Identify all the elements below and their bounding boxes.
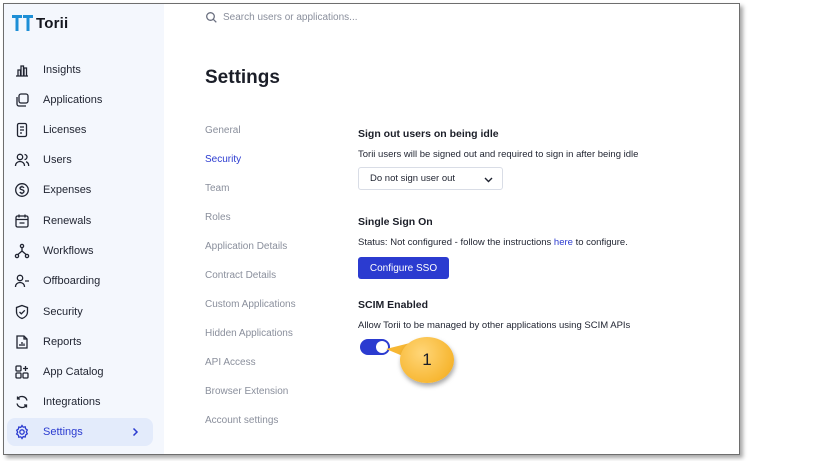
callout-number: 1: [422, 350, 432, 369]
sidebar-item-label: Expenses: [43, 184, 92, 196]
sso-instructions-link[interactable]: here: [554, 237, 573, 248]
app-window: Torii Insights Applications Licenses Use…: [3, 3, 740, 455]
catalog-icon: [14, 364, 30, 380]
subnav-item-hidden-applications[interactable]: Hidden Applications: [205, 328, 293, 339]
report-icon: [14, 334, 30, 350]
configure-sso-button[interactable]: Configure SSO: [358, 257, 449, 279]
sidebar-item-integrations[interactable]: Integrations: [4, 388, 164, 416]
sidebar-item-label: App Catalog: [43, 366, 104, 378]
torii-logo-icon: [12, 15, 33, 31]
subnav-item-team[interactable]: Team: [205, 183, 229, 194]
sidebar-item-label: Workflows: [43, 245, 94, 257]
gear-icon: [14, 424, 30, 440]
sso-status-suffix: to configure.: [575, 237, 628, 248]
shield-icon: [14, 304, 30, 320]
brand[interactable]: Torii: [12, 14, 68, 32]
page-title: Settings: [205, 67, 280, 88]
sidebar-item-security[interactable]: Security: [4, 298, 164, 326]
idle-section-description: Torii users will be signed out and requi…: [358, 149, 639, 160]
sidebar-item-applications[interactable]: Applications: [4, 86, 164, 114]
integrations-icon: [14, 394, 30, 410]
subnav-item-roles[interactable]: Roles: [205, 212, 231, 223]
sidebar-item-insights[interactable]: Insights: [4, 56, 164, 84]
search-bar: [205, 11, 423, 24]
subnav-item-custom-applications[interactable]: Custom Applications: [205, 299, 296, 310]
idle-section-title: Sign out users on being idle: [358, 128, 499, 140]
sidebar-item-offboarding[interactable]: Offboarding: [4, 267, 164, 295]
sidebar-item-expenses[interactable]: Expenses: [4, 176, 164, 204]
scim-section-description: Allow Torii to be managed by other appli…: [358, 320, 631, 331]
subnav-item-account-settings[interactable]: Account settings: [205, 415, 278, 426]
chart-bar-icon: [14, 62, 30, 78]
search-icon: [206, 12, 217, 23]
sidebar-item-label: Reports: [43, 336, 82, 348]
search-input[interactable]: [223, 12, 423, 23]
idle-timeout-select[interactable]: Do not sign user out: [358, 167, 503, 190]
scim-section-title: SCIM Enabled: [358, 299, 429, 311]
sidebar-item-label: Security: [43, 306, 83, 318]
sidebar-item-renewals[interactable]: Renewals: [4, 207, 164, 235]
brand-name: Torii: [36, 14, 69, 32]
sso-status-text: Status: Not configured - follow the inst…: [358, 237, 628, 248]
subnav-item-browser-extension[interactable]: Browser Extension: [205, 386, 288, 397]
subnav-item-contract-details[interactable]: Contract Details: [205, 270, 276, 281]
idle-timeout-value: Do not sign user out: [370, 173, 456, 184]
dollar-icon: [14, 182, 30, 198]
license-icon: [14, 122, 30, 138]
sidebar-item-settings[interactable]: Settings: [7, 418, 153, 446]
applications-icon: [14, 92, 30, 108]
sidebar-item-workflows[interactable]: Workflows: [4, 237, 164, 265]
sidebar-item-label: Offboarding: [43, 275, 101, 287]
workflow-icon: [14, 243, 30, 259]
sidebar: Torii Insights Applications Licenses Use…: [4, 4, 164, 454]
chevron-right-icon: [132, 427, 139, 437]
sidebar-item-label: Licenses: [43, 124, 87, 136]
sidebar-item-label: Renewals: [43, 215, 92, 227]
sidebar-item-label: Applications: [43, 94, 103, 106]
sidebar-item-label: Settings: [43, 426, 83, 438]
subnav-item-security[interactable]: Security: [205, 154, 241, 165]
sidebar-item-licenses[interactable]: Licenses: [4, 116, 164, 144]
calendar-icon: [14, 213, 30, 229]
sidebar-item-label: Integrations: [43, 396, 101, 408]
sidebar-item-app-catalog[interactable]: App Catalog: [4, 358, 164, 386]
sidebar-item-users[interactable]: Users: [4, 146, 164, 174]
sidebar-item-label: Users: [43, 154, 72, 166]
subnav-item-api-access[interactable]: API Access: [205, 357, 256, 368]
chevron-down-icon: [484, 177, 493, 183]
users-icon: [14, 152, 30, 168]
sso-section-title: Single Sign On: [358, 216, 433, 228]
subnav-item-application-details[interactable]: Application Details: [205, 241, 287, 252]
sidebar-item-label: Insights: [43, 64, 81, 76]
sidebar-item-reports[interactable]: Reports: [4, 328, 164, 356]
subnav-item-general[interactable]: General: [205, 125, 241, 136]
step-callout: 1: [400, 337, 454, 383]
sso-status-prefix: Status: Not configured - follow the inst…: [358, 237, 552, 248]
user-minus-icon: [14, 273, 30, 289]
